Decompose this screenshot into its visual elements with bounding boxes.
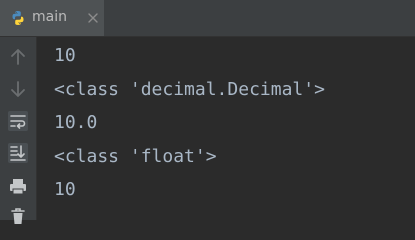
tab-main[interactable]: main: [0, 0, 104, 36]
arrow-down-icon[interactable]: [6, 77, 30, 101]
printer-icon[interactable]: [6, 175, 30, 199]
console-output[interactable]: 10 <class 'decimal.Decimal'> 10.0 <class…: [37, 37, 415, 220]
output-line: 10: [54, 179, 76, 200]
console-toolbar: [0, 37, 37, 224]
tab-label: main: [32, 9, 67, 25]
scroll-to-end-icon[interactable]: [6, 141, 30, 165]
output-line: <class 'float'>: [54, 146, 217, 167]
soft-wrap-icon[interactable]: [6, 109, 30, 133]
close-icon[interactable]: [86, 11, 100, 25]
python-icon: [12, 11, 24, 25]
output-line: 10: [54, 45, 76, 66]
arrow-up-icon[interactable]: [6, 45, 30, 69]
output-line: 10.0: [54, 112, 98, 133]
editor-tab-bar: main: [0, 0, 415, 37]
trash-icon[interactable]: [6, 203, 30, 227]
output-line: <class 'decimal.Decimal'>: [54, 79, 325, 100]
